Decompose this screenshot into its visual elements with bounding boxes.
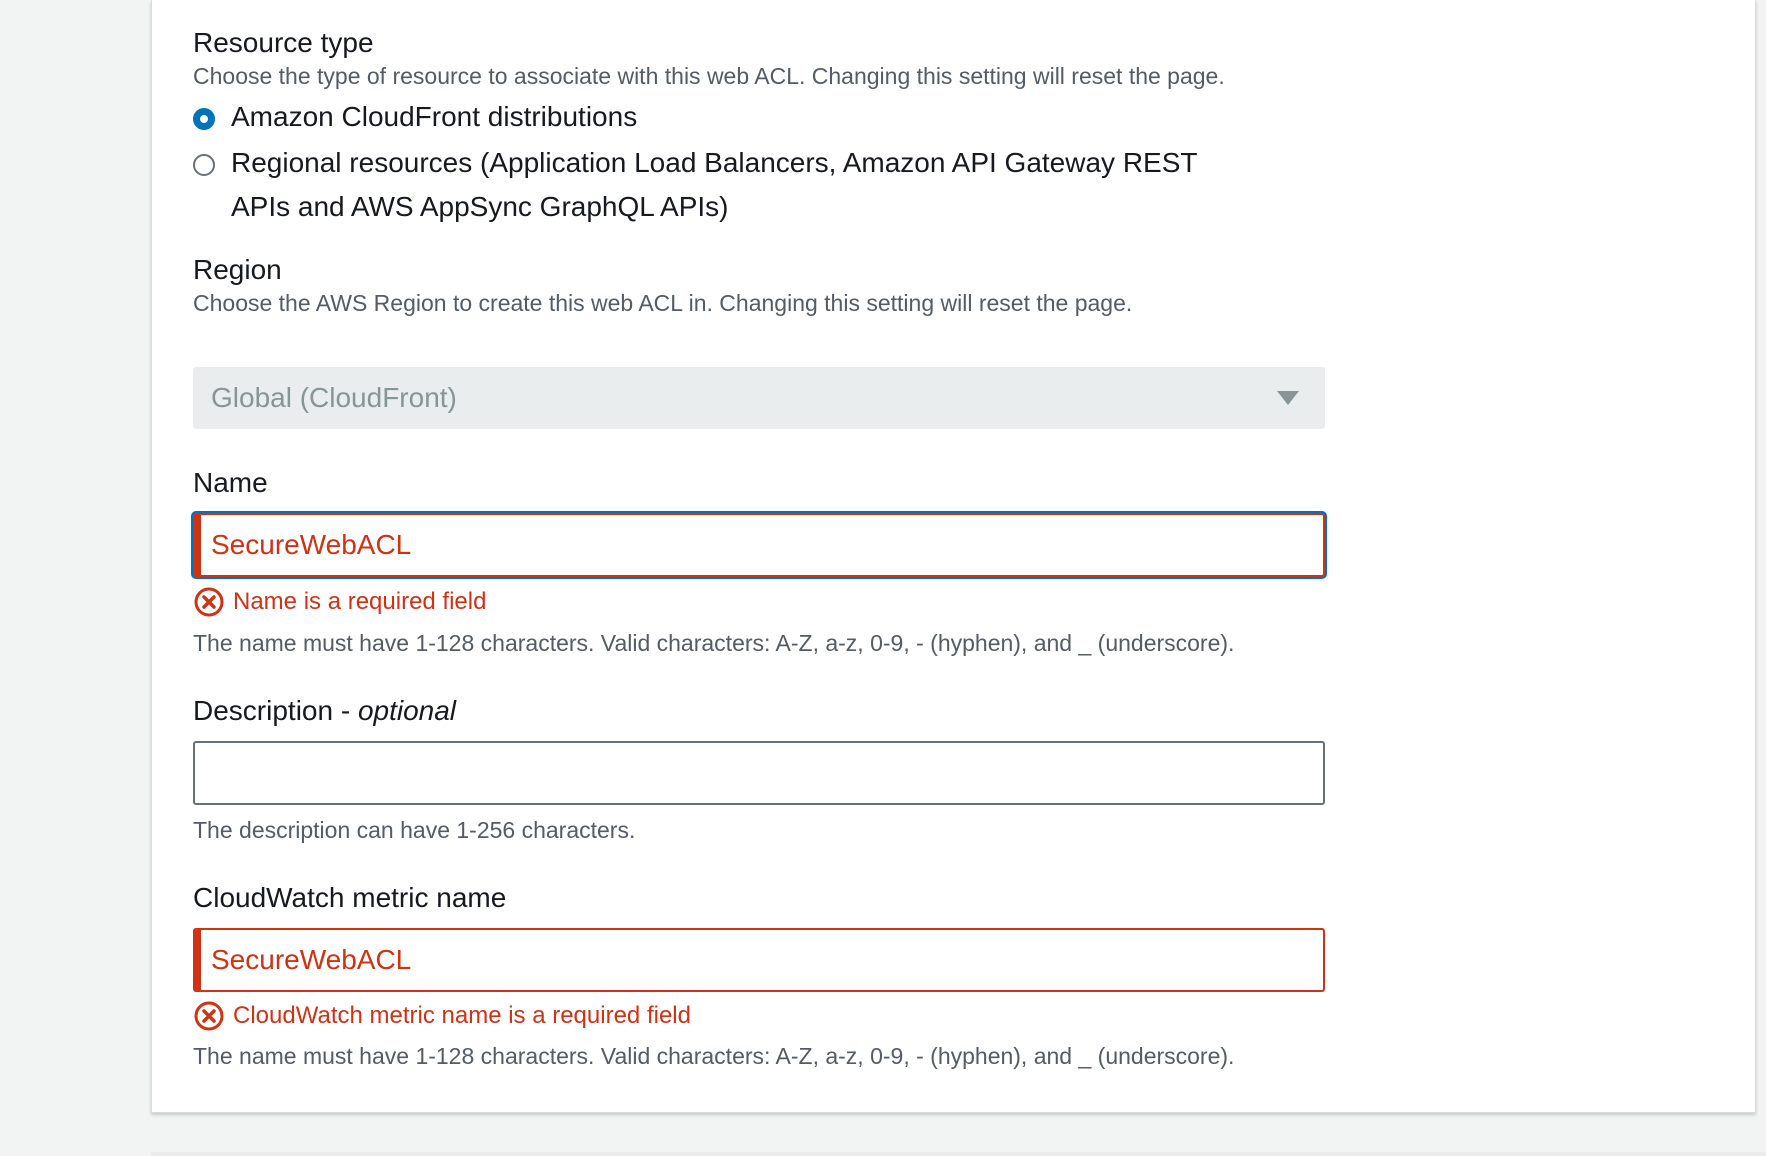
web-acl-details-panel: Resource type Choose the type of resourc…: [151, 0, 1756, 1113]
radio-regional[interactable]: Regional resources (Application Load Bal…: [193, 147, 1253, 229]
radio-regional-button[interactable]: [193, 154, 215, 176]
description-label-text: Description -: [193, 695, 358, 726]
error-circle-x-icon: [194, 1001, 224, 1031]
name-input[interactable]: [193, 513, 1325, 577]
name-error-text: Name is a required field: [233, 588, 487, 615]
radio-regional-label[interactable]: Regional resources (Application Load Bal…: [231, 141, 1253, 229]
region-description: Choose the AWS Region to create this web…: [193, 290, 1133, 316]
radio-cloudfront[interactable]: Amazon CloudFront distributions: [193, 101, 637, 139]
resource-type-label: Resource type: [193, 27, 374, 58]
region-select-value: Global (CloudFront): [211, 382, 457, 413]
description-constraint: The description can have 1-256 character…: [193, 817, 636, 843]
error-circle-x-icon: [194, 587, 224, 617]
resource-type-description: Choose the type of resource to associate…: [193, 63, 1225, 89]
name-error: Name is a required field: [193, 586, 486, 618]
metric-name-label: CloudWatch metric name: [193, 882, 507, 913]
metric-name-error: CloudWatch metric name is a required fie…: [193, 1000, 691, 1032]
metric-name-error-text: CloudWatch metric name is a required fie…: [233, 1002, 691, 1029]
description-optional-text: optional: [357, 695, 457, 726]
description-label: Description - optional: [193, 695, 456, 727]
name-constraint: The name must have 1-128 characters. Val…: [193, 630, 1235, 656]
radio-cloudfront-label[interactable]: Amazon CloudFront distributions: [231, 95, 637, 139]
metric-name-input[interactable]: [193, 928, 1325, 992]
region-select[interactable]: Global (CloudFront): [193, 367, 1325, 429]
name-label: Name: [193, 467, 268, 498]
next-panel-edge: [151, 1152, 1766, 1156]
description-input[interactable]: [193, 741, 1325, 805]
radio-cloudfront-button[interactable]: [193, 108, 215, 130]
region-label: Region: [193, 254, 282, 285]
caret-down-icon: [1277, 391, 1299, 405]
metric-name-constraint: The name must have 1-128 characters. Val…: [193, 1043, 1235, 1069]
